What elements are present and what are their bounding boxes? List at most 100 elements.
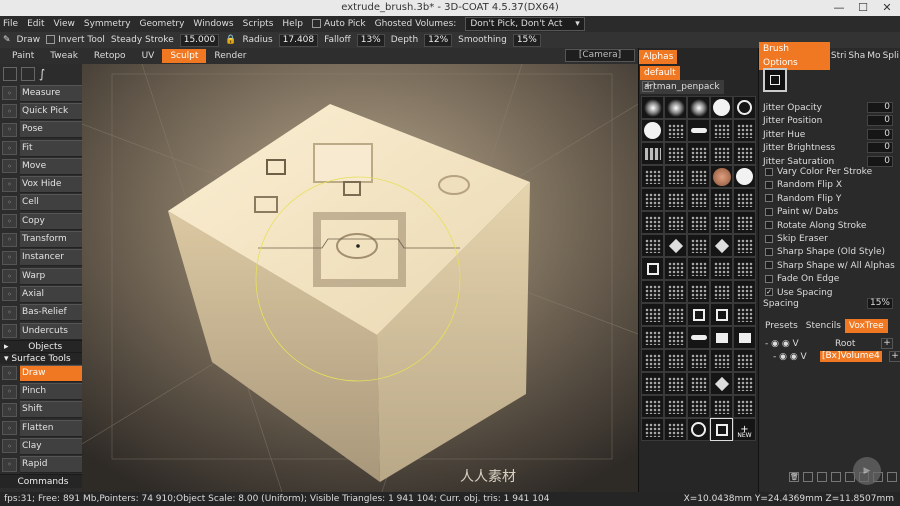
alpha-thumbnail[interactable] (733, 211, 756, 234)
jitter-field[interactable]: 0 (867, 155, 893, 167)
alpha-thumbnail[interactable] (664, 96, 687, 119)
alpha-thumbnail[interactable] (687, 188, 710, 211)
checkbox[interactable] (765, 194, 773, 203)
stroke-mode-icon[interactable] (21, 67, 35, 81)
tool-instancer[interactable]: ◦ Instancer (0, 249, 82, 267)
current-brush-preview[interactable] (763, 68, 787, 92)
voxtree-root-row[interactable]: - ◉ ◉ V Root + (765, 338, 897, 350)
jitter-field[interactable]: 0 (867, 142, 893, 154)
radius-field[interactable]: 17.408 (278, 33, 319, 47)
alpha-thumbnail[interactable] (687, 418, 710, 441)
alpha-thumbnail[interactable] (687, 165, 710, 188)
jitter-field[interactable]: 0 (867, 115, 893, 127)
alpha-thumbnail[interactable] (687, 234, 710, 257)
alpha-thumbnail[interactable] (664, 303, 687, 326)
alpha-thumbnail[interactable] (733, 303, 756, 326)
alpha-thumbnail[interactable] (710, 142, 733, 165)
menu-help[interactable]: Help (282, 19, 303, 29)
tool-copy[interactable]: ◦ Copy (0, 212, 82, 230)
3d-viewport[interactable]: 人人素材 (82, 64, 638, 492)
brush-option-checkbox-row[interactable]: Sharp Shape w/ All Alphas (765, 260, 899, 272)
alpha-thumbnail[interactable] (641, 165, 664, 188)
alpha-thumbnail[interactable] (733, 188, 756, 211)
checkbox[interactable] (765, 207, 773, 216)
alpha-thumbnail[interactable] (733, 96, 756, 119)
alpha-thumbnail[interactable] (687, 211, 710, 234)
tool-rapid[interactable]: ◦ Rapid (0, 456, 82, 474)
menu-windows[interactable]: Windows (193, 19, 233, 29)
alpha-thumbnail[interactable] (710, 188, 733, 211)
tool-fit[interactable]: ◦ Fit (0, 139, 82, 157)
jitter-field[interactable]: 0 (867, 102, 893, 113)
alpha-thumbnail[interactable] (664, 372, 687, 395)
alpha-thumbnail[interactable] (641, 257, 664, 280)
tool-pose[interactable]: ◦ Pose (0, 121, 82, 139)
alpha-thumbnail[interactable] (710, 257, 733, 280)
tab-strips[interactable]: Stri (830, 49, 847, 63)
alpha-thumbnail[interactable] (710, 372, 733, 395)
tab-presets[interactable]: Presets (761, 319, 802, 333)
brush-option-checkbox-row[interactable]: Fade On Edge (765, 273, 899, 285)
alpha-thumbnail[interactable] (687, 395, 710, 418)
surface-tools-section-header[interactable]: ▾ Surface Tools (0, 352, 82, 365)
alpha-thumbnail[interactable] (710, 165, 733, 188)
falloff-field[interactable]: 13% (356, 33, 385, 47)
brush-option-checkbox-row[interactable]: Vary Color Per Stroke (765, 166, 899, 178)
alpha-thumbnail[interactable] (664, 234, 687, 257)
alpha-thumbnail[interactable] (733, 395, 756, 418)
checkbox[interactable] (765, 180, 773, 189)
tab-retopo[interactable]: Retopo (86, 49, 134, 63)
voxtree-volume-row[interactable]: - ◉ ◉ V [Bx]Volume4 + (773, 351, 900, 363)
grid-icon[interactable] (817, 472, 827, 482)
tool-measure[interactable]: ◦ Measure (0, 84, 82, 102)
tool-shift[interactable]: ◦ Shift (0, 401, 82, 419)
alpha-thumbnail[interactable] (687, 142, 710, 165)
alpha-thumbnail[interactable] (733, 165, 756, 188)
alpha-thumbnail[interactable] (710, 96, 733, 119)
volume-label[interactable]: [Bx]Volume4 (820, 351, 882, 362)
tool-clay[interactable]: ◦ Clay (0, 437, 82, 455)
menu-edit[interactable]: Edit (27, 19, 44, 29)
brush-option-checkbox-row[interactable]: Sharp Shape (Old Style) (765, 246, 899, 258)
tab-sculpt[interactable]: Sculpt (162, 49, 207, 63)
add-child-volume-button[interactable]: + (889, 351, 900, 362)
alpha-thumbnail[interactable] (687, 326, 710, 349)
alpha-set-default[interactable]: default (640, 66, 680, 80)
sphere-icon[interactable] (831, 472, 841, 482)
tool-vox-hide[interactable]: ◦ Vox Hide (0, 175, 82, 194)
menu-file[interactable]: File (3, 19, 18, 29)
alpha-thumbnail[interactable] (733, 119, 756, 142)
alpha-thumbnail[interactable] (641, 303, 664, 326)
tab-stencils[interactable]: Stencils (802, 319, 845, 333)
tab-paint[interactable]: Paint (4, 49, 42, 63)
auto-pick-checkbox[interactable] (311, 19, 321, 28)
menu-symmetry[interactable]: Symmetry (84, 19, 131, 29)
brush-option-checkbox-row[interactable]: Random Flip Y (765, 193, 899, 205)
alpha-thumbnail[interactable] (710, 234, 733, 257)
add-volume-button[interactable]: + (881, 338, 893, 349)
checkbox[interactable] (765, 274, 773, 283)
alpha-thumbnail[interactable] (641, 96, 664, 119)
tool-move[interactable]: ◦ Move (0, 157, 82, 175)
alpha-thumbnail[interactable] (687, 372, 710, 395)
tool-bas-relief[interactable]: ◦ Bas-Relief (0, 304, 82, 322)
alpha-thumbnail[interactable] (733, 372, 756, 395)
alpha-thumbnail[interactable] (641, 395, 664, 418)
alpha-thumbnail[interactable] (733, 257, 756, 280)
alpha-thumbnail[interactable] (687, 257, 710, 280)
checkbox[interactable] (765, 261, 773, 270)
tab-brush-options[interactable]: Brush Options (759, 42, 830, 70)
tool-undercuts[interactable]: ◦ Undercuts (0, 322, 82, 340)
folder-icon[interactable] (803, 472, 813, 482)
alpha-thumbnail[interactable] (664, 119, 687, 142)
tool-draw[interactable]: ◦ Draw (0, 364, 82, 382)
checkbox[interactable] (765, 247, 773, 256)
alpha-thumbnail[interactable] (641, 142, 664, 165)
alpha-thumbnail[interactable] (687, 303, 710, 326)
tab-alphas[interactable]: Alphas (639, 50, 678, 64)
alpha-thumbnail[interactable] (664, 257, 687, 280)
alpha-thumbnail[interactable] (641, 119, 664, 142)
select-mode-icon[interactable] (3, 67, 17, 81)
tool-quick-pick[interactable]: ◦ Quick Pick (0, 102, 82, 120)
alpha-thumbnail[interactable] (733, 142, 756, 165)
